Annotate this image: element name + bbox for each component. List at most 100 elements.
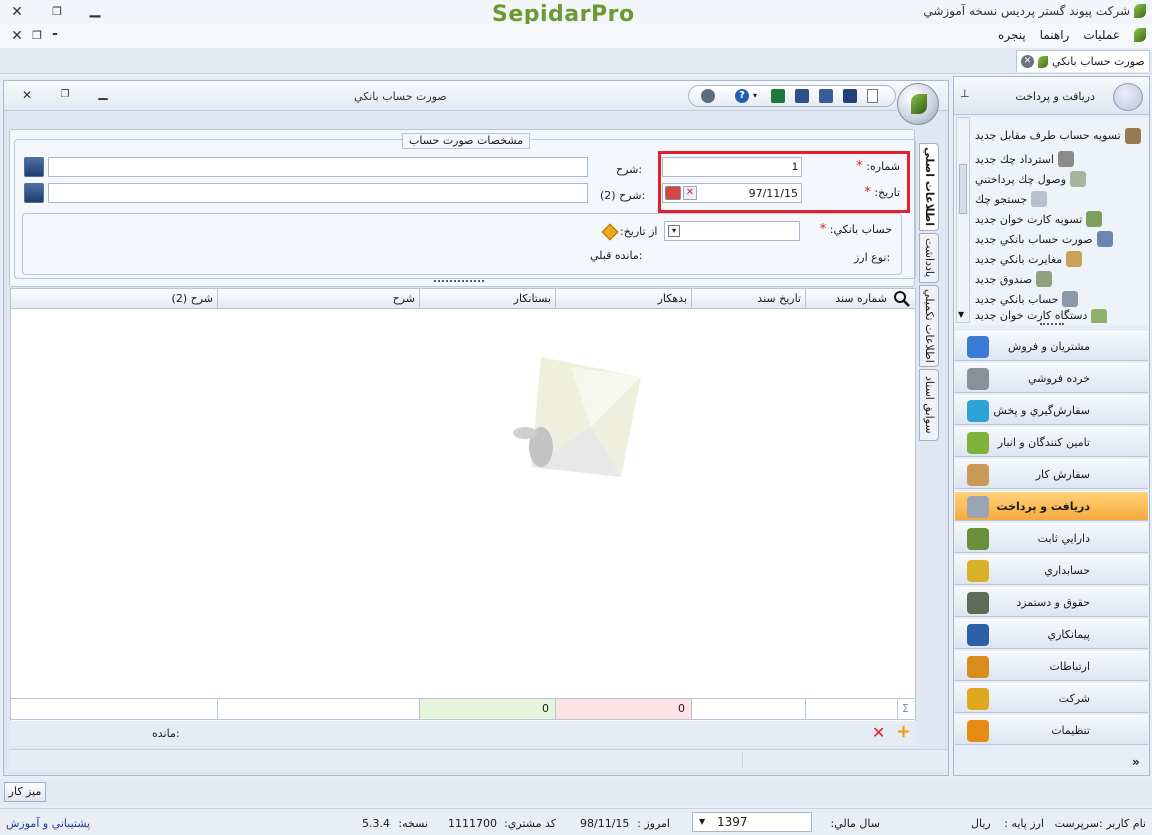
module-retail[interactable]: خرده فروشي: [955, 363, 1148, 393]
app-minimize-icon[interactable]: ▁: [86, 0, 104, 20]
module-fixed-assets[interactable]: دارايي ثابت: [955, 523, 1148, 553]
module-payroll[interactable]: حقوق و دستمزد: [955, 587, 1148, 617]
module-customers-sales[interactable]: مشتريان و فروش: [955, 331, 1148, 361]
document-tab-close-icon[interactable]: ✕: [1021, 55, 1034, 68]
nav-scroll-thumb[interactable]: [959, 164, 967, 214]
subitem-search-check[interactable]: جستجو چك: [975, 189, 1145, 209]
nav-scroll-down-icon[interactable]: ▼: [958, 310, 964, 319]
from-date-label: از تاريخ:: [620, 225, 658, 238]
sepidar-leaf-icon: [1134, 4, 1146, 18]
fiscal-year-dropdown-icon[interactable]: ▼: [699, 813, 705, 831]
subitem-collect-check[interactable]: وصول چك پرداختني: [975, 169, 1145, 189]
nav-scrollbar[interactable]: ▼: [956, 117, 970, 323]
subitem-label: استرداد چك جديد: [975, 152, 1054, 166]
tab-extra-info[interactable]: اطلاعات تکميلي: [919, 285, 939, 367]
save-close-icon[interactable]: [819, 89, 833, 103]
splitter-handle[interactable]: [434, 280, 484, 284]
bank-account-icon: [1062, 291, 1079, 307]
module-company[interactable]: شرکت: [955, 683, 1148, 713]
module-work-order[interactable]: سفارش کار: [955, 459, 1148, 489]
settle-card-reader-icon: [1086, 211, 1103, 227]
desc-save-icon[interactable]: [24, 157, 44, 177]
fiscal-year-select[interactable]: ▼ 1397: [692, 812, 812, 832]
col-description2[interactable]: شرح (2): [11, 289, 217, 308]
tab-notes[interactable]: يادداشت: [919, 233, 939, 283]
col-credit[interactable]: بستانکار: [419, 289, 555, 308]
subitem-return-check[interactable]: استرداد چك جديد: [975, 149, 1145, 169]
document-tab[interactable]: صورت حساب بانکي ✕: [1016, 50, 1150, 72]
module-order-distribution[interactable]: سفارش‌گيري و پخش: [955, 395, 1148, 425]
balance-label: مانده:: [152, 727, 180, 740]
tab-main-info[interactable]: اطلاعات اصلي: [919, 143, 939, 231]
status-user: نام کاربر :سرپرست: [1055, 817, 1146, 830]
help-icon[interactable]: ?: [735, 89, 749, 103]
bank-statement-icon: [1096, 231, 1113, 247]
module-suppliers-inventory[interactable]: تامين کنندگان و انبار: [955, 427, 1148, 457]
desc2-input[interactable]: [48, 183, 588, 203]
version-label: نسخه:: [398, 817, 428, 830]
customers-sales-icon: [967, 336, 989, 358]
total-credit: 0: [419, 699, 555, 719]
navigation-pane: دريافت و پرداخت ⊥ ▼ تسويه حساب طرف مقابل…: [953, 76, 1150, 776]
today-label: امروز :: [637, 817, 670, 830]
new-document-icon[interactable]: [867, 89, 878, 103]
menu-item-help[interactable]: راهنما: [1040, 28, 1070, 42]
add-row-icon[interactable]: +: [896, 723, 911, 741]
mdi-minimize-icon[interactable]: -: [46, 24, 64, 44]
subitem-label: حساب بانکي جديد: [975, 292, 1059, 306]
subitem-new-card-reader[interactable]: دستگاه کارت خوان جديد: [975, 309, 1145, 323]
menu-item-window[interactable]: پنجره: [998, 28, 1026, 42]
bank-account-dropdown-icon[interactable]: ▾: [668, 225, 680, 237]
module-contracting[interactable]: پيمانکاري: [955, 619, 1148, 649]
help-dropdown-icon[interactable]: ▾: [753, 89, 761, 103]
module-settings[interactable]: تنظيمات: [955, 715, 1148, 745]
save-icon[interactable]: [843, 89, 857, 103]
document-tab-label: صورت حساب بانکي: [1052, 55, 1145, 68]
subitem-settle-card-reader[interactable]: تسويه كارت خوان جديد: [975, 209, 1145, 229]
company-title-text: شركت پيوند گستر پرديس نسخه آموزشي: [923, 4, 1130, 18]
save-new-icon[interactable]: [795, 89, 809, 103]
support-link[interactable]: پشتيباني و آموزش: [6, 817, 90, 830]
company-icon: [967, 688, 989, 710]
module-accounting[interactable]: حسابداري: [955, 555, 1148, 585]
app-restore-icon[interactable]: ❐: [48, 2, 66, 22]
menu-item-operations[interactable]: عمليات: [1083, 28, 1120, 42]
module-communications[interactable]: ارتباطات: [955, 651, 1148, 681]
tools-icon[interactable]: [701, 89, 715, 103]
subitem-label: صورت حساب بانکي جديد: [975, 232, 1093, 246]
card-reader-icon: [1091, 309, 1108, 323]
tab-doc-history[interactable]: سوابق اسناد: [919, 369, 939, 441]
subitem-new-bank-account[interactable]: حساب بانکي جديد: [975, 289, 1145, 309]
col-description[interactable]: شرح: [217, 289, 419, 308]
col-debit[interactable]: بدهکار: [555, 289, 691, 308]
mdi-restore-icon[interactable]: ❐: [28, 26, 46, 46]
desktop-button[interactable]: ميز كار: [4, 782, 46, 802]
subitem-bank-reconciliation[interactable]: مغايرت بانکي جديد: [975, 249, 1145, 269]
mdi-close-icon[interactable]: ✕: [8, 26, 26, 46]
bank-account-select[interactable]: ▾: [664, 221, 800, 241]
subitem-label: مغايرت بانکي جديد: [975, 252, 1063, 266]
col-doc-number[interactable]: شماره سند: [805, 289, 891, 308]
app-close-icon[interactable]: ✕: [8, 2, 26, 22]
total-description: [217, 699, 419, 719]
company-title: شركت پيوند گستر پرديس نسخه آموزشي: [923, 4, 1146, 18]
child-minimize-icon[interactable]: ▁: [94, 83, 112, 103]
child-restore-icon[interactable]: ❐: [56, 85, 74, 105]
desc2-save-icon[interactable]: [24, 183, 44, 203]
pin-icon[interactable]: ⊥: [960, 87, 970, 100]
subitem-settle-counterparty[interactable]: تسويه حساب طرف مقابل جديد: [975, 121, 1145, 151]
subitem-new-cashbox[interactable]: صندوق جديد: [975, 269, 1145, 289]
nav-splitter-handle[interactable]: [1040, 323, 1064, 325]
window-logo-icon: [897, 83, 939, 125]
child-status-strip: [10, 749, 948, 771]
delete-row-icon[interactable]: ✕: [872, 725, 885, 741]
excel-export-icon[interactable]: [771, 89, 785, 103]
col-doc-date[interactable]: تاريخ سند: [691, 289, 805, 308]
customer-code-value: 1111700: [448, 817, 497, 830]
child-close-icon[interactable]: ✕: [18, 85, 36, 105]
nav-expand-icon[interactable]: »: [1132, 755, 1140, 769]
module-receipts-payments[interactable]: دريافت و پرداخت: [955, 491, 1148, 521]
desc-input[interactable]: [48, 157, 588, 177]
grid-search-icon[interactable]: [893, 290, 911, 308]
subitem-bank-statement[interactable]: صورت حساب بانکي جديد: [975, 229, 1145, 249]
